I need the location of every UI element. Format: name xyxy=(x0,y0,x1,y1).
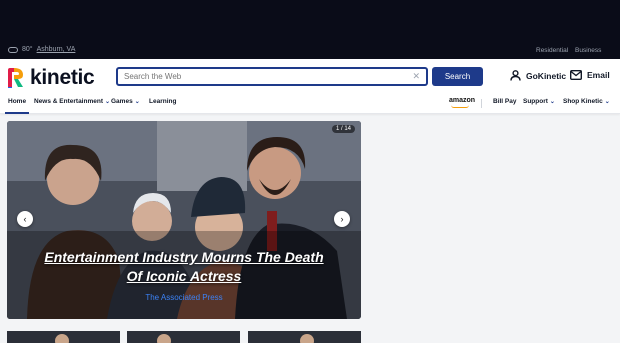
thumbnail-row xyxy=(7,331,361,343)
gokinetic-label: GoKinetic xyxy=(526,70,567,81)
kinetic-logo[interactable]: kinetic xyxy=(4,66,95,90)
chevron-down-icon: ⌄ xyxy=(134,99,140,105)
amazon-logo[interactable]: amazon xyxy=(449,97,475,104)
search-box[interactable]: ✕ xyxy=(116,67,428,86)
search-button[interactable]: Search xyxy=(432,67,483,86)
gokinetic-link[interactable]: GoKinetic xyxy=(510,70,566,81)
amazon-smile-icon xyxy=(451,105,469,108)
news-carousel[interactable]: 1 / 14 ‹ › Entertainment Industry Mourns… xyxy=(7,121,361,319)
chevron-right-icon[interactable]: › xyxy=(334,211,350,227)
nav-billpay-label: Bill Pay xyxy=(493,98,517,105)
user-icon xyxy=(510,70,521,81)
nav-learning-label: Learning xyxy=(149,98,177,105)
thumbnail-card[interactable] xyxy=(127,331,240,343)
top-banner xyxy=(0,0,620,59)
chevron-down-icon: ⌄ xyxy=(105,99,111,105)
email-link[interactable]: Email xyxy=(570,70,610,80)
brand-name: kinetic xyxy=(30,66,95,89)
thumbnail-card[interactable] xyxy=(248,331,361,343)
nav-news-label: News & Entertainment xyxy=(34,98,103,105)
nav-home-label: Home xyxy=(8,98,27,105)
hero-headline[interactable]: Entertainment Industry Mourns The Death … xyxy=(37,248,331,286)
nav-games-label: Games xyxy=(111,98,133,105)
nav-news-entertainment[interactable]: News & Entertainment ⌄ xyxy=(34,98,110,105)
kinetic-logo-mark xyxy=(8,68,23,88)
nav-shop-kinetic[interactable]: Shop Kinetic ⌄ xyxy=(563,98,610,105)
search-input[interactable] xyxy=(124,72,413,81)
nav-learning[interactable]: Learning xyxy=(149,98,176,105)
weather-location[interactable]: Ashburn, VA xyxy=(37,46,76,53)
chevron-down-icon: ⌄ xyxy=(549,99,555,105)
mail-icon xyxy=(570,70,582,80)
nav-divider xyxy=(481,99,482,108)
weather-widget[interactable]: 80° Ashburn, VA xyxy=(8,46,75,53)
nav-support[interactable]: Support ⌄ xyxy=(523,98,555,105)
close-icon[interactable]: ✕ xyxy=(412,71,420,82)
slide-counter: 1 / 14 xyxy=(331,125,355,133)
hero-source[interactable]: The Associated Press xyxy=(7,293,361,302)
nav-games[interactable]: Games ⌄ xyxy=(111,98,140,105)
main-nav: Home News & Entertainment ⌄ Games ⌄ Learni… xyxy=(0,96,620,114)
nav-shop-label: Shop Kinetic xyxy=(563,98,603,105)
nav-bill-pay[interactable]: Bill Pay xyxy=(493,98,516,105)
nav-home[interactable]: Home xyxy=(8,98,26,105)
site-header: kinetic ✕ Search GoKinetic Email Home Ne… xyxy=(0,59,620,114)
chevron-left-icon[interactable]: ‹ xyxy=(17,211,33,227)
hero-photo xyxy=(7,121,361,319)
weather-temp: 80° xyxy=(22,46,33,53)
thumbnail-card[interactable] xyxy=(7,331,120,343)
active-tab-indicator xyxy=(5,112,29,114)
cloud-icon xyxy=(8,46,18,53)
residential-link[interactable]: Residential xyxy=(536,47,568,54)
chevron-down-icon: ⌄ xyxy=(604,99,610,105)
business-link[interactable]: Business xyxy=(575,47,601,54)
email-label: Email xyxy=(587,70,610,80)
nav-support-label: Support xyxy=(523,98,548,105)
